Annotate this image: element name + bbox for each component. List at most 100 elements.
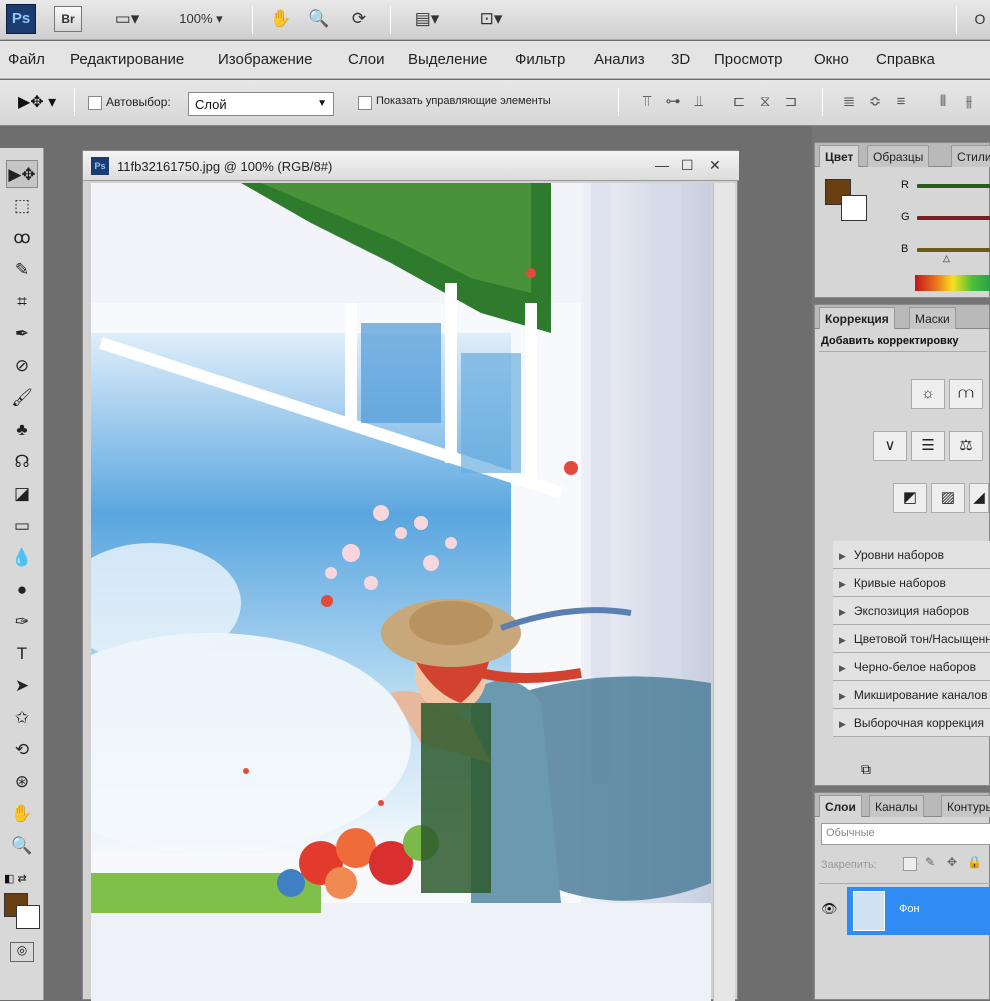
rotate-view-icon[interactable]: ⟳ bbox=[344, 6, 374, 32]
lock-pixels-icon[interactable]: ✎ bbox=[925, 855, 935, 869]
crop-tool-icon[interactable]: ⌗ bbox=[6, 288, 38, 316]
slider-thumb-icon[interactable]: △ bbox=[943, 253, 950, 264]
menu-window[interactable]: Окно bbox=[814, 51, 849, 68]
selective-color-icon[interactable]: ◢ bbox=[969, 483, 989, 513]
workspace-switcher[interactable]: О bbox=[970, 6, 990, 32]
distribute-top-icon[interactable]: ≣ bbox=[838, 90, 860, 114]
background-color-swatch[interactable] bbox=[16, 905, 40, 929]
color-balance-icon[interactable]: ⚖ bbox=[949, 431, 983, 461]
3d-orbit-tool-icon[interactable]: ⊛ bbox=[6, 768, 38, 796]
vertical-scrollbar[interactable] bbox=[713, 183, 735, 1001]
move-tool-preset-icon[interactable]: ▶✥ ▾ bbox=[18, 92, 56, 112]
tab-styles[interactable]: Стили bbox=[951, 145, 990, 167]
align-vcenter-icon[interactable]: ⊶ bbox=[662, 90, 684, 114]
blend-mode-dropdown[interactable]: Обычные bbox=[821, 823, 990, 845]
color-background-swatch[interactable] bbox=[841, 195, 867, 221]
r-slider[interactable] bbox=[917, 184, 990, 188]
preset-exposure[interactable]: ▶ Экспозиция наборов bbox=[833, 597, 990, 625]
eye-icon[interactable]: 👁 bbox=[821, 901, 838, 917]
levels-icon[interactable]: ⩋ bbox=[949, 379, 983, 409]
hand-tool-icon[interactable]: ✋ bbox=[6, 800, 38, 828]
tab-swatches[interactable]: Образцы bbox=[867, 145, 930, 167]
distribute-right-icon[interactable]: ⫵ bbox=[958, 90, 980, 114]
hue-saturation-icon[interactable]: ☰ bbox=[911, 431, 945, 461]
default-colors-icon[interactable]: ◧ ⇄ bbox=[4, 872, 27, 885]
menu-layers[interactable]: Слои bbox=[348, 51, 384, 68]
screen-mode-alt-icon[interactable]: ⊡▾ bbox=[468, 6, 514, 32]
lasso-tool-icon[interactable]: ꝏ bbox=[6, 224, 38, 252]
menu-file[interactable]: Файл bbox=[8, 51, 45, 68]
menu-help[interactable]: Справка bbox=[876, 51, 935, 68]
tab-masks[interactable]: Маски bbox=[909, 307, 956, 329]
align-left-icon[interactable]: ⊏ bbox=[728, 90, 750, 114]
tab-paths[interactable]: Контуры bbox=[941, 795, 990, 817]
align-top-icon[interactable]: ⫪ bbox=[636, 90, 658, 114]
preset-channel-mixer[interactable]: ▶ Микширование каналов bbox=[833, 681, 990, 709]
maximize-button[interactable]: ☐ bbox=[681, 157, 694, 174]
zoom-level-dropdown[interactable]: 100% ▾ bbox=[168, 6, 234, 32]
eyedropper-tool-icon[interactable]: ✒ bbox=[6, 320, 38, 348]
align-bottom-icon[interactable]: ⫫ bbox=[688, 90, 710, 114]
autoselect-dropdown[interactable]: Слой ▼ bbox=[188, 92, 334, 116]
distribute-left-icon[interactable]: ⫴ bbox=[932, 90, 954, 114]
clone-stamp-tool-icon[interactable]: ♣ bbox=[6, 416, 38, 444]
quick-select-tool-icon[interactable]: ✎ bbox=[6, 256, 38, 284]
menu-select[interactable]: Выделение bbox=[408, 51, 487, 68]
layer-row-background[interactable]: Фон bbox=[847, 887, 990, 935]
menu-image[interactable]: Изображение bbox=[218, 51, 313, 68]
align-hcenter-icon[interactable]: ⧖ bbox=[754, 90, 776, 114]
menu-edit[interactable]: Редактирование bbox=[70, 51, 184, 68]
vibrance-icon[interactable]: ∨ bbox=[873, 431, 907, 461]
distribute-bottom-icon[interactable]: ≡ bbox=[890, 90, 912, 114]
path-select-tool-icon[interactable]: ➤ bbox=[6, 672, 38, 700]
menu-view[interactable]: Просмотр bbox=[714, 51, 783, 68]
menu-filter[interactable]: Фильтр bbox=[515, 51, 565, 68]
bridge-button[interactable]: Br bbox=[54, 6, 82, 32]
image-canvas[interactable] bbox=[91, 183, 711, 1001]
3d-rotate-tool-icon[interactable]: ⟲ bbox=[6, 736, 38, 764]
blur-tool-icon[interactable]: 💧 bbox=[6, 544, 38, 572]
close-button[interactable]: ✕ bbox=[709, 157, 721, 174]
preset-selective-color[interactable]: ▶ Выборочная коррекция bbox=[833, 709, 990, 737]
minimize-button[interactable]: — bbox=[655, 157, 669, 173]
preset-curves[interactable]: ▶ Кривые наборов bbox=[833, 569, 990, 597]
healing-brush-tool-icon[interactable]: ⊘ bbox=[6, 352, 38, 380]
zoom-tool-icon[interactable]: 🔍 bbox=[6, 832, 38, 860]
shape-tool-icon[interactable]: ✩ bbox=[6, 704, 38, 732]
preset-black-white[interactable]: ▶ Черно-белое наборов bbox=[833, 653, 990, 681]
color-spectrum-ramp[interactable] bbox=[915, 275, 990, 291]
menu-analysis[interactable]: Анализ bbox=[594, 51, 645, 68]
g-slider[interactable] bbox=[917, 216, 990, 220]
tab-color[interactable]: Цвет bbox=[819, 145, 860, 167]
gradient-map-icon[interactable]: ▨ bbox=[931, 483, 965, 513]
arrange-documents-icon[interactable]: ▤▾ bbox=[404, 6, 450, 32]
show-controls-checkbox[interactable] bbox=[358, 96, 372, 110]
lock-transparency-checkbox[interactable] bbox=[903, 857, 917, 871]
lock-position-icon[interactable]: ✥ bbox=[947, 855, 957, 869]
quick-mask-icon[interactable]: ◎ bbox=[10, 942, 34, 962]
dodge-tool-icon[interactable]: ● bbox=[6, 576, 38, 604]
screen-mode-icon[interactable]: ▭▾ bbox=[104, 6, 150, 32]
tab-channels[interactable]: Каналы bbox=[869, 795, 924, 817]
tab-layers[interactable]: Слои bbox=[819, 795, 862, 817]
brush-tool-icon[interactable]: 🖌 bbox=[6, 384, 38, 412]
hand-icon[interactable]: ✋ bbox=[268, 6, 294, 32]
b-slider[interactable] bbox=[917, 248, 990, 252]
zoom-icon[interactable]: 🔍 bbox=[306, 6, 332, 32]
channel-mixer-icon[interactable]: ◩ bbox=[893, 483, 927, 513]
menu-3d[interactable]: 3D bbox=[671, 51, 690, 68]
type-tool-icon[interactable]: T bbox=[6, 640, 38, 668]
autoselect-checkbox[interactable] bbox=[88, 96, 102, 110]
pen-tool-icon[interactable]: ✑ bbox=[6, 608, 38, 636]
brightness-contrast-icon[interactable]: ☼ bbox=[911, 379, 945, 409]
marquee-tool-icon[interactable]: ⬚ bbox=[6, 192, 38, 220]
move-tool-icon[interactable]: ▶✥ bbox=[6, 160, 38, 188]
clip-to-layer-icon[interactable]: ⧉ bbox=[861, 761, 871, 778]
preset-hue-saturation[interactable]: ▶ Цветовой тон/Насыщенность bbox=[833, 625, 990, 653]
document-title-bar[interactable]: Ps 11fb32161750.jpg @ 100% (RGB/8#) — ☐ … bbox=[83, 151, 739, 181]
distribute-vcenter-icon[interactable]: ≎ bbox=[864, 90, 886, 114]
tab-adjustments[interactable]: Коррекция bbox=[819, 307, 895, 329]
align-right-icon[interactable]: ⊐ bbox=[780, 90, 802, 114]
eraser-tool-icon[interactable]: ◪ bbox=[6, 480, 38, 508]
history-brush-tool-icon[interactable]: ☊ bbox=[6, 448, 38, 476]
